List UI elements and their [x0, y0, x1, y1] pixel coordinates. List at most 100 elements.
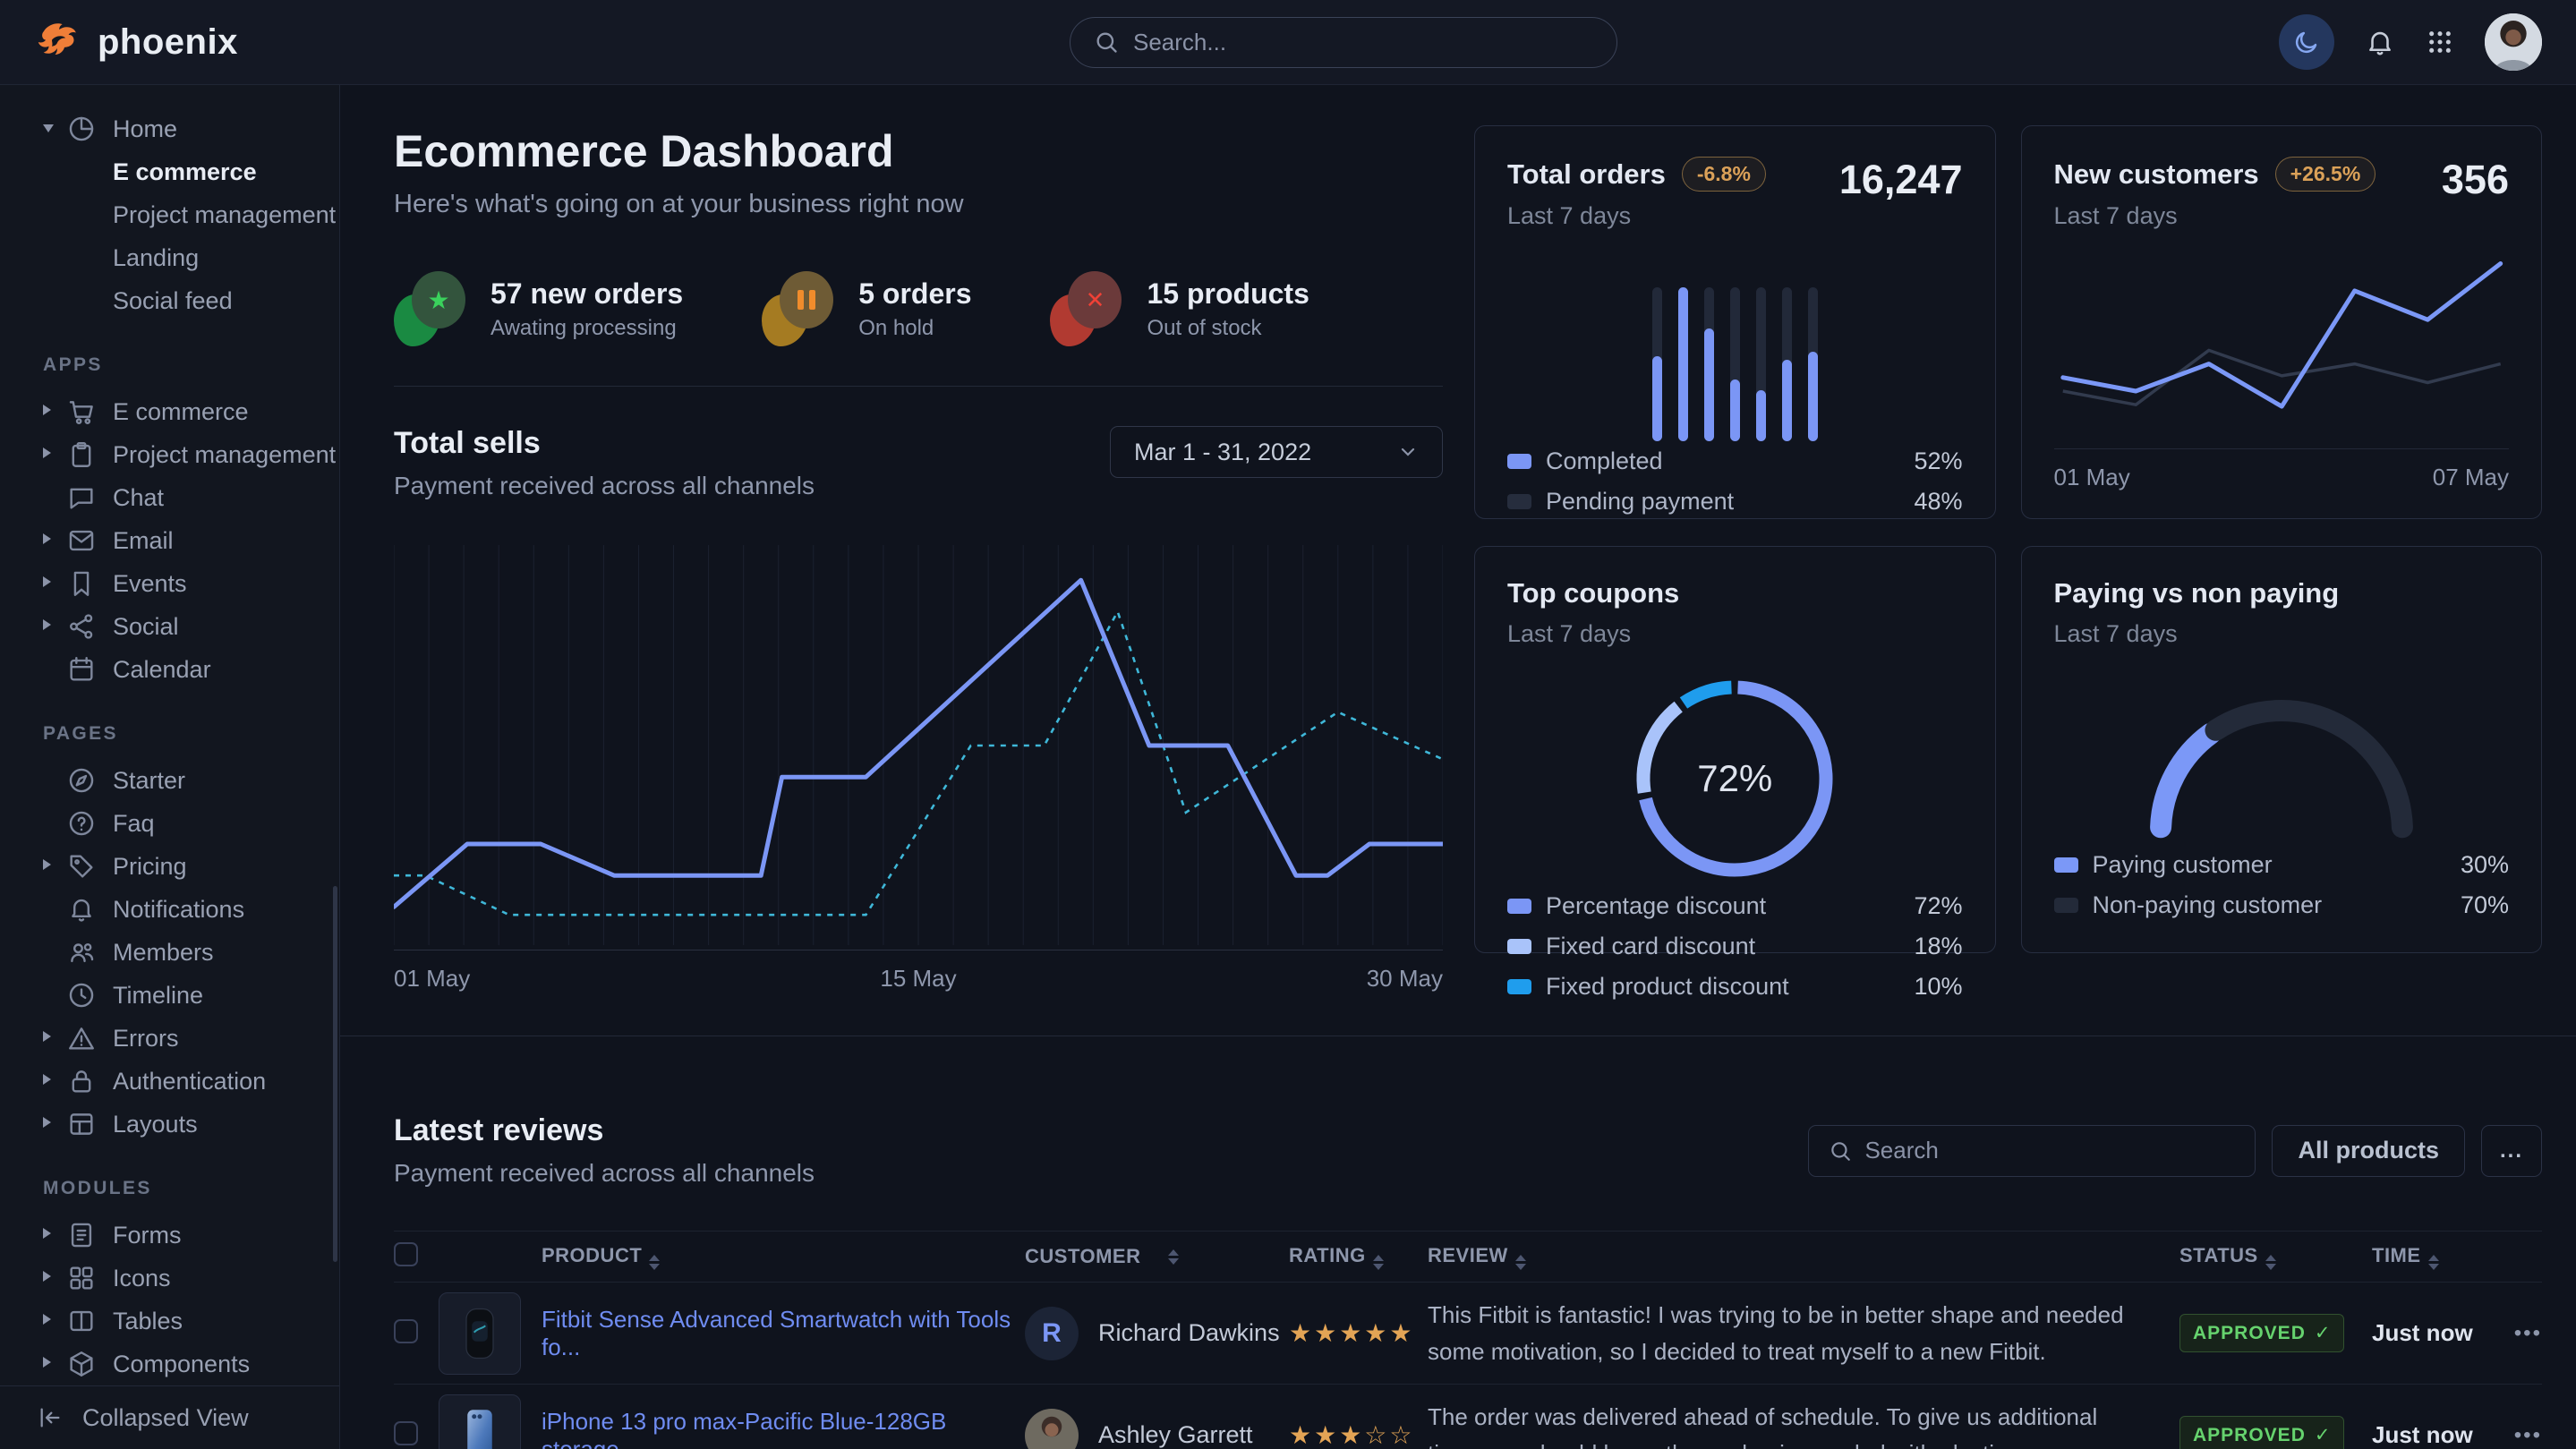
question-circle-icon: [66, 808, 97, 839]
paying-vs-nonpaying-card: Paying vs non paying Last 7 days Paying …: [2021, 546, 2543, 953]
reviews-search-input[interactable]: [1864, 1137, 2235, 1164]
sidebar-item-errors[interactable]: Errors: [0, 1017, 339, 1060]
star-icon: ★: [394, 271, 467, 346]
legend-item: Pending payment48%: [1507, 482, 1963, 522]
column-header-time[interactable]: TIME: [2372, 1244, 2497, 1270]
sidebar-item-social-feed[interactable]: Social feed: [0, 279, 339, 322]
select-all-checkbox[interactable]: [394, 1242, 418, 1266]
rating-stars: ★★★☆☆: [1289, 1421, 1415, 1449]
row-checkbox[interactable]: [394, 1319, 418, 1343]
chevron-right-icon: [43, 1313, 66, 1329]
new-customers-chart: [2054, 242, 2510, 434]
page-subtitle: Here's what's going on at your business …: [394, 190, 1443, 219]
sidebar-item-authentication[interactable]: Authentication: [0, 1060, 339, 1103]
legend-item: Completed52%: [1507, 441, 1963, 482]
global-search: [1070, 17, 1617, 68]
sidebar-item-forms[interactable]: Forms: [0, 1214, 339, 1257]
customer-name: Richard Dawkins: [1098, 1319, 1280, 1347]
apps-grid-icon[interactable]: [2426, 28, 2454, 56]
sort-icon: [2265, 1255, 2276, 1270]
chat-icon: [66, 482, 97, 513]
users-icon: [66, 937, 97, 967]
sort-icon: [1168, 1249, 1179, 1265]
more-options-button[interactable]: ...: [2481, 1125, 2542, 1177]
search-icon: [1094, 30, 1119, 55]
pie-chart-icon: [66, 114, 97, 144]
sidebar-item-ecommerce-dashboard[interactable]: E commerce: [0, 150, 339, 193]
page-title: Ecommerce Dashboard: [394, 125, 1443, 177]
chevron-right-icon: [43, 1227, 66, 1243]
divider: [394, 386, 1443, 387]
search-input[interactable]: [1133, 29, 1593, 56]
cube-icon: [66, 1349, 97, 1379]
change-badge: +26.5%: [2275, 157, 2376, 192]
main-content: Ecommerce Dashboard Here's what's going …: [340, 85, 2576, 1449]
product-link[interactable]: iPhone 13 pro max-Pacific Blue-128GB sto…: [542, 1408, 946, 1449]
review-text: The order was delivered ahead of schedul…: [1428, 1399, 2135, 1449]
reviews-subtitle: Payment received across all channels: [394, 1159, 815, 1188]
change-badge: -6.8%: [1682, 157, 1766, 192]
sidebar-item-icons[interactable]: Icons: [0, 1257, 339, 1300]
latest-reviews-section: Latest reviews Payment received across a…: [340, 1036, 2576, 1449]
sidebar-item-project-management[interactable]: Project management: [0, 433, 339, 476]
reviews-search: [1808, 1125, 2256, 1177]
user-avatar[interactable]: [2485, 13, 2542, 71]
theme-toggle-moon-icon[interactable]: [2279, 14, 2334, 70]
sidebar-item-pricing[interactable]: Pricing: [0, 845, 339, 888]
sidebar-item-members[interactable]: Members: [0, 931, 339, 974]
paying-gauge-chart: [2134, 684, 2429, 840]
share-icon: [66, 611, 97, 642]
date-range-select[interactable]: Mar 1 - 31, 2022: [1110, 426, 1443, 478]
product-link[interactable]: Fitbit Sense Advanced Smartwatch with To…: [542, 1306, 1011, 1360]
status-badge: APPROVED✓: [2179, 1314, 2344, 1352]
sidebar-item-project-management-dashboard[interactable]: Project management: [0, 193, 339, 236]
sidebar-item-email[interactable]: Email: [0, 519, 339, 562]
sidebar-item-chat[interactable]: Chat: [0, 476, 339, 519]
product-thumbnail-smartwatch[interactable]: [439, 1292, 521, 1375]
column-header-rating[interactable]: RATING: [1289, 1244, 1428, 1270]
sidebar-item-timeline[interactable]: Timeline: [0, 974, 339, 1017]
sidebar-item-social[interactable]: Social: [0, 605, 339, 648]
customer-avatar: [1025, 1409, 1079, 1449]
sidebar-item-tables[interactable]: Tables: [0, 1300, 339, 1342]
sidebar-item-layouts[interactable]: Layouts: [0, 1103, 339, 1146]
column-header-status[interactable]: STATUS: [2179, 1244, 2372, 1270]
row-more-button[interactable]: •••: [2514, 1321, 2542, 1346]
legend-item: Paying customer30%: [2054, 845, 2510, 885]
sidebar-item-events[interactable]: Events: [0, 562, 339, 605]
product-thumbnail-iphone[interactable]: [439, 1394, 521, 1449]
sidebar-item-calendar[interactable]: Calendar: [0, 648, 339, 691]
table-row: Fitbit Sense Advanced Smartwatch with To…: [394, 1283, 2542, 1385]
icons-grid-icon: [66, 1263, 97, 1293]
row-checkbox[interactable]: [394, 1421, 418, 1445]
sidebar-item-ecommerce[interactable]: E commerce: [0, 390, 339, 433]
brand[interactable]: phoenix: [33, 17, 340, 67]
chevron-right-icon: [43, 858, 66, 874]
all-products-filter-button[interactable]: All products: [2272, 1125, 2465, 1177]
column-header-product[interactable]: PRODUCT: [542, 1244, 1025, 1270]
collapse-sidebar-button[interactable]: Collapsed View: [0, 1385, 339, 1449]
calendar-icon: [66, 654, 97, 685]
sort-icon: [649, 1255, 660, 1270]
customer-avatar: R: [1025, 1307, 1079, 1360]
sidebar-scrollbar[interactable]: [333, 886, 337, 1262]
sidebar-section-modules: MODULES: [0, 1146, 339, 1214]
sidebar-item-faq[interactable]: Faq: [0, 802, 339, 845]
column-header-review[interactable]: REVIEW: [1428, 1244, 2179, 1270]
sidebar-section-apps: APPS: [0, 322, 339, 390]
column-header-customer[interactable]: CUSTOMER: [1025, 1245, 1289, 1268]
sidebar-item-notifications[interactable]: Notifications: [0, 888, 339, 931]
new-customers-value: 356: [2442, 157, 2509, 203]
review-time: Just now: [2372, 1421, 2473, 1448]
row-more-button[interactable]: •••: [2514, 1423, 2542, 1448]
sidebar-item-starter[interactable]: Starter: [0, 759, 339, 802]
notifications-bell-icon[interactable]: [2365, 27, 2395, 57]
legend-item: Non-paying customer70%: [2054, 885, 2510, 925]
tag-icon: [66, 851, 97, 882]
chevron-right-icon: [43, 618, 66, 635]
sidebar-item-home[interactable]: Home: [0, 107, 339, 150]
mail-icon: [66, 525, 97, 556]
sidebar-item-landing[interactable]: Landing: [0, 236, 339, 279]
sidebar-item-components[interactable]: Components: [0, 1342, 339, 1385]
phoenix-logo-icon: [33, 17, 83, 67]
